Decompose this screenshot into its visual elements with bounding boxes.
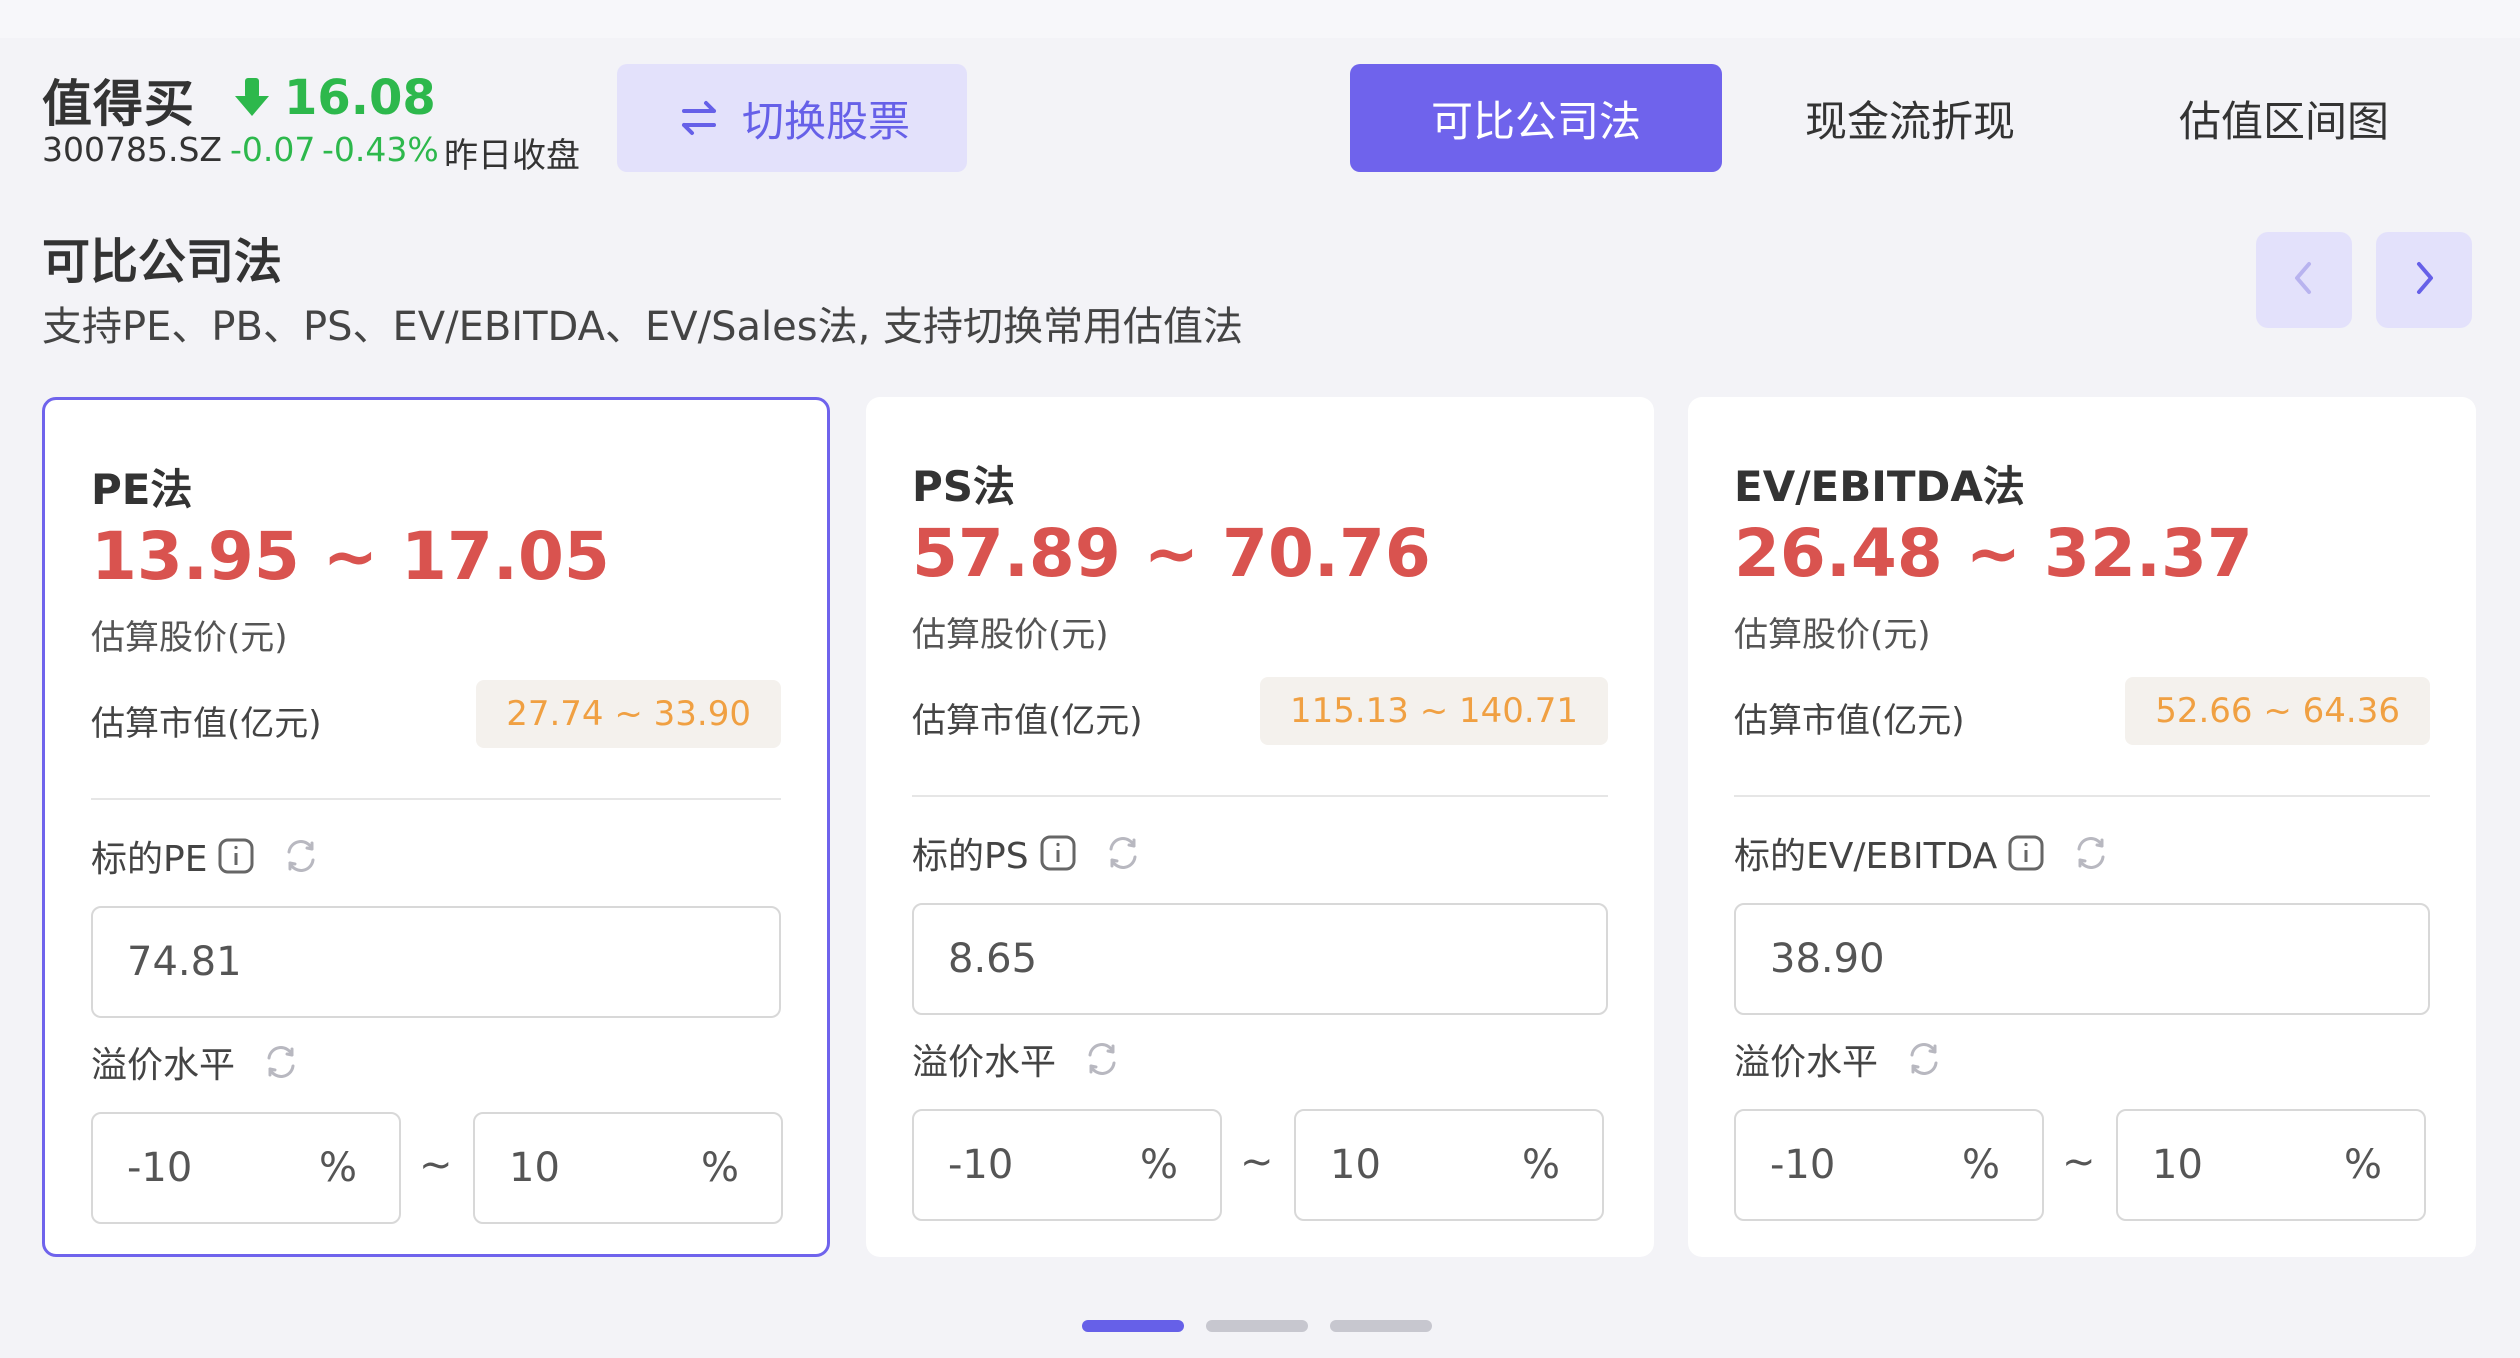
tab-comparable-company[interactable]: 可比公司法 [1350,64,1722,172]
next-button[interactable] [2376,232,2472,328]
price-change-pct: -0.43% [322,130,439,169]
valuation-card-ps[interactable]: PS法 57.89 ~ 70.76 估算股价(元) 估算市值(亿元) 115.1… [866,397,1654,1257]
chevron-left-icon [2289,258,2319,302]
premium-label: 溢价水平 [1734,1042,1879,1083]
info-icon[interactable] [217,837,255,875]
market-value-badge: 52.66 ~ 64.36 [2125,677,2430,745]
premium-low-input[interactable]: -10 % [912,1109,1222,1221]
info-icon[interactable] [2007,834,2045,872]
metric-label: 标的PE [91,839,208,880]
tab-valuation-range[interactable]: 估值区间图 [2098,64,2470,172]
estimated-price-label: 估算股价(元) [912,615,1109,655]
stock-name: 值得买 [42,75,195,133]
refresh-icon[interactable] [1103,833,1143,873]
metric-input[interactable]: 38.90 [1734,903,2430,1015]
card-title: EV/EBITDA法 [1734,462,2025,511]
section-subtitle: 支持PE、PB、PS、EV/EBITDA、EV/Sales法, 支持切换常用估值… [42,304,1243,350]
premium-low-value: -10 [127,1145,193,1191]
divider [912,795,1608,797]
info-icon[interactable] [1039,834,1077,872]
estimated-price-label: 估算股价(元) [1734,615,1931,655]
valuation-card-pe[interactable]: PE法 13.95 ~ 17.05 估算股价(元) 估算市值(亿元) 27.74… [42,397,830,1257]
premium-label-row: 溢价水平 [91,1036,301,1088]
prev-button[interactable] [2256,232,2352,328]
premium-high-value: 10 [2152,1142,2203,1188]
metric-label-row: 标的EV/EBITDA [1734,827,2111,879]
market-value-label: 估算市值(亿元) [91,704,322,744]
premium-high-value: 10 [509,1145,560,1191]
market-value-badge: 27.74 ~ 33.90 [476,680,781,748]
range-tilde: ~ [1240,1139,1274,1185]
refresh-icon[interactable] [1904,1039,1944,1079]
refresh-icon[interactable] [2071,833,2111,873]
premium-low-input[interactable]: -10 % [1734,1109,2044,1221]
metric-input[interactable]: 8.65 [912,903,1608,1015]
estimated-price-range: 57.89 ~ 70.76 [912,515,1431,592]
premium-label-row: 溢价水平 [1734,1033,1944,1085]
premium-label-row: 溢价水平 [912,1033,1122,1085]
estimated-price-label: 估算股价(元) [91,618,288,658]
metric-label-row: 标的PS [912,827,1143,879]
pagination-dots [1082,1320,1432,1332]
page-dot-2[interactable] [1206,1320,1308,1332]
premium-high-value: 10 [1330,1142,1381,1188]
premium-low-value: -10 [948,1142,1014,1188]
premium-low-input[interactable]: -10 % [91,1112,401,1224]
premium-high-input[interactable]: 10 % [1294,1109,1604,1221]
premium-high-input[interactable]: 10 % [473,1112,783,1224]
market-value-label: 估算市值(亿元) [1734,701,1965,741]
chevron-right-icon [2409,258,2439,302]
range-tilde: ~ [419,1142,453,1188]
range-tilde: ~ [2062,1139,2096,1185]
valuation-card-ev-ebitda[interactable]: EV/EBITDA法 26.48 ~ 32.37 估算股价(元) 估算市值(亿元… [1688,397,2476,1257]
percent-unit: % [318,1145,357,1191]
refresh-icon[interactable] [281,836,321,876]
page-dot-1[interactable] [1082,1320,1184,1332]
market-value-label: 估算市值(亿元) [912,701,1143,741]
current-price: 16.08 [284,70,436,126]
percent-unit: % [700,1145,739,1191]
percent-unit: % [2343,1142,2382,1188]
prev-close-label: 昨日收盘 [444,136,580,176]
section-title: 可比公司法 [42,234,283,290]
premium-high-input[interactable]: 10 % [2116,1109,2426,1221]
card-title: PS法 [912,462,1016,511]
premium-label: 溢价水平 [91,1045,236,1086]
divider [1734,795,2430,797]
price-change: -0.07 [230,130,316,169]
arrow-down-icon [232,76,272,120]
divider [91,798,781,800]
switch-arrows-icon [674,93,724,143]
stock-code: 300785.SZ [42,130,223,169]
percent-unit: % [1961,1142,2000,1188]
refresh-icon[interactable] [1082,1039,1122,1079]
switch-stock-button[interactable]: 切换股票 [617,64,967,172]
price-wrap: 16.08 [232,70,436,126]
estimated-price-range: 13.95 ~ 17.05 [91,518,610,595]
premium-label: 溢价水平 [912,1042,1057,1083]
percent-unit: % [1521,1142,1560,1188]
refresh-icon[interactable] [261,1042,301,1082]
metric-label: 标的PS [912,836,1029,877]
card-title: PE法 [91,465,193,514]
premium-low-value: -10 [1770,1142,1836,1188]
metric-input[interactable]: 74.81 [91,906,781,1018]
estimated-price-range: 26.48 ~ 32.37 [1734,515,2253,592]
metric-label-row: 标的PE [91,830,321,882]
percent-unit: % [1139,1142,1178,1188]
top-band [0,0,2520,42]
page-dot-3[interactable] [1330,1320,1432,1332]
metric-label: 标的EV/EBITDA [1734,836,1998,877]
market-value-badge: 115.13 ~ 140.71 [1259,677,1608,745]
tab-dcf[interactable]: 现金流折现 [1724,64,2096,172]
switch-stock-label: 切换股票 [741,96,910,146]
